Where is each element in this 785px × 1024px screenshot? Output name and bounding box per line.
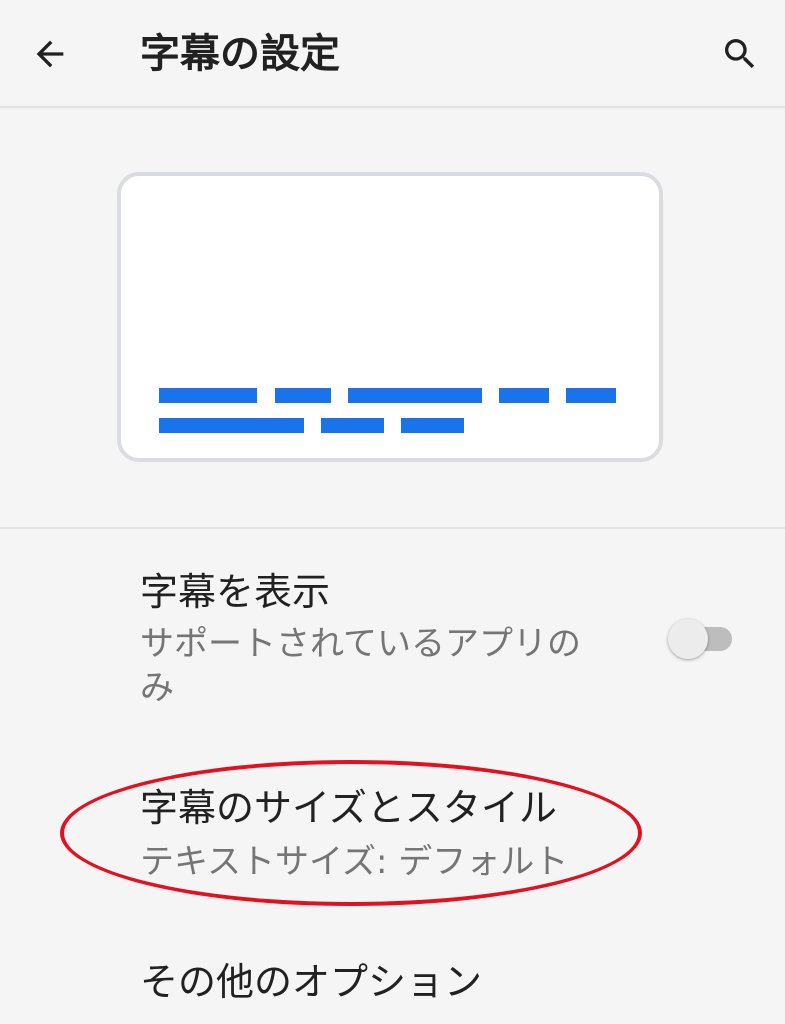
caption-preview-line: [275, 388, 331, 403]
arrow-back-icon: [36, 40, 64, 68]
back-button[interactable]: [24, 28, 76, 80]
caption-preview-line: [321, 418, 384, 433]
setting-title: その他のオプション: [140, 960, 483, 1004]
search-icon: [725, 39, 755, 69]
setting-title: 字幕を表示: [140, 570, 331, 614]
setting-summary: サポートされているアプリのみ: [140, 624, 581, 708]
setting-title: 字幕のサイズとスタイル: [140, 786, 557, 830]
caption-preview-line: [499, 388, 549, 403]
caption-preview-line: [159, 388, 257, 403]
search-button[interactable]: [714, 28, 766, 80]
toggle-thumb: [668, 619, 708, 659]
page-title: 字幕の設定: [140, 31, 340, 77]
caption-preview-line: [348, 388, 482, 403]
setting-summary: テキストサイズ: デフォルト: [140, 842, 569, 882]
caption-size-style-setting[interactable]: 字幕のサイズとスタイル テキストサイズ: デフォルト: [0, 770, 785, 900]
section-divider: [0, 527, 785, 529]
app-bar: 字幕の設定: [0, 0, 785, 108]
more-options-setting[interactable]: その他のオプション: [0, 940, 785, 1024]
caption-preview-line: [401, 418, 464, 433]
caption-preview-line: [566, 388, 616, 403]
show-captions-toggle[interactable]: [668, 619, 736, 659]
caption-preview-line: [159, 418, 304, 433]
caption-preview: [117, 172, 663, 462]
